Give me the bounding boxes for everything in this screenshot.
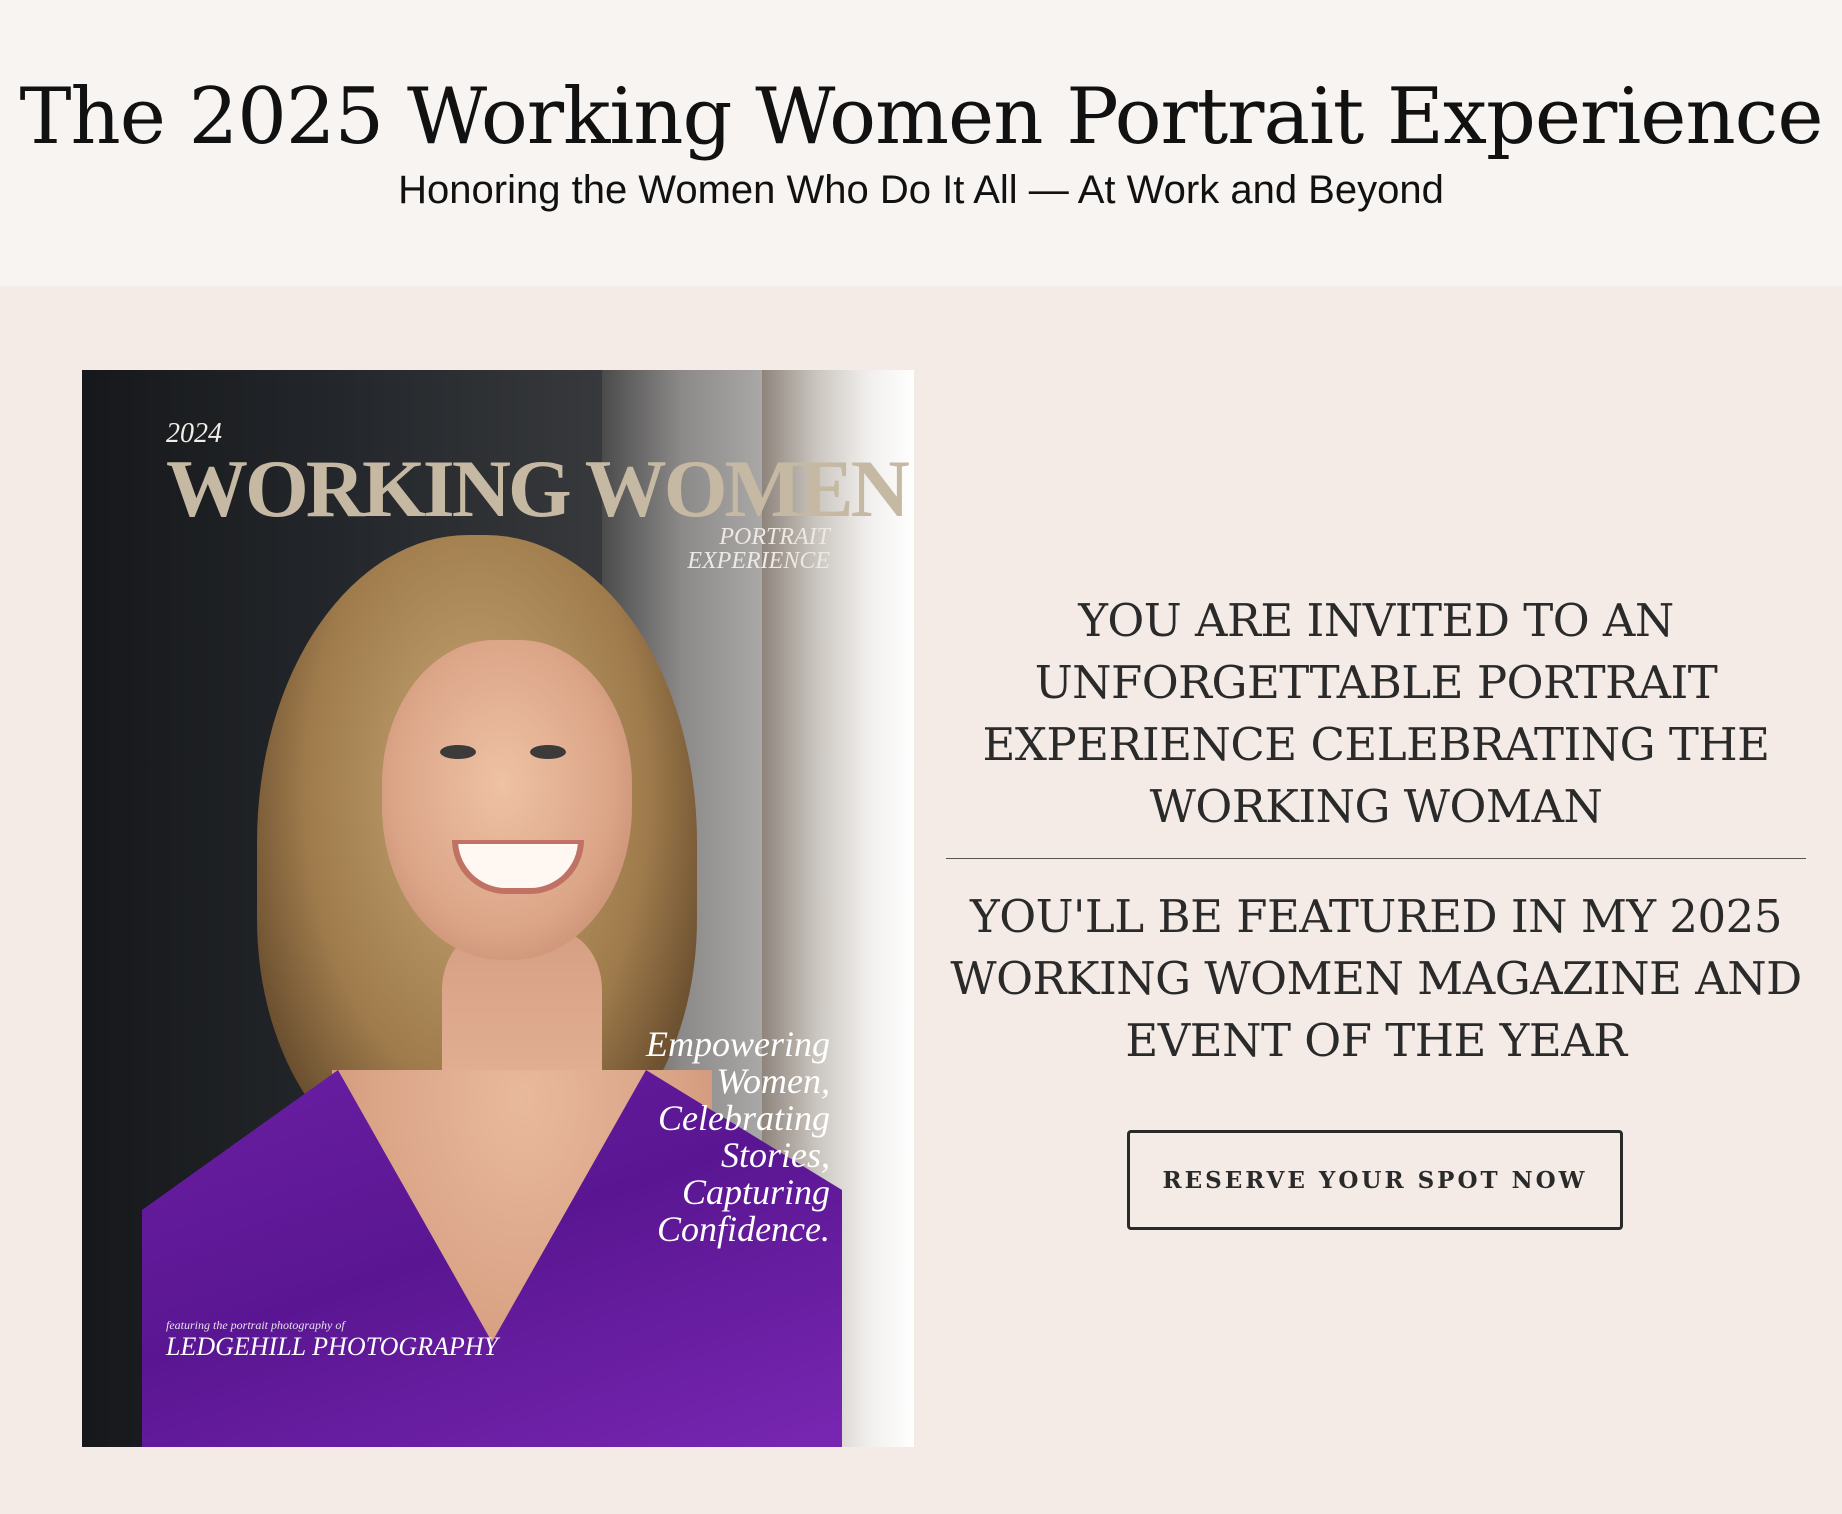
cover-tagline-line: Celebrating bbox=[658, 1098, 830, 1138]
cover-eye-left bbox=[440, 745, 476, 759]
cover-tagline-line: Empowering bbox=[646, 1024, 830, 1064]
cover-tagline-line: Capturing bbox=[681, 1172, 830, 1212]
cover-eye-right bbox=[530, 745, 566, 759]
cover-subtitle-line: EXPERIENCE bbox=[687, 548, 830, 574]
cover-tagline: Empowering Women, Celebrating Stories, C… bbox=[590, 1026, 830, 1248]
cover-photographer-name: LEDGEHILL PHOTOGRAPHY bbox=[166, 1332, 499, 1361]
feature-heading: YOU'LL BE FEATURED IN MY 2025 WORKING WO… bbox=[950, 890, 1802, 1067]
invite-heading: YOU ARE INVITED TO AN UNFORGETTABLE PORT… bbox=[982, 594, 1770, 833]
cover-subtitle-line: PORTRAIT bbox=[719, 524, 830, 550]
cover-featuring-text: featuring the portrait photography of bbox=[166, 1318, 345, 1332]
reserve-spot-button[interactable]: RESERVE YOUR SPOT NOW bbox=[1127, 1130, 1623, 1230]
page-subtitle: Honoring the Women Who Do It All — At Wo… bbox=[398, 168, 1444, 212]
cover-subtitle: PORTRAIT EXPERIENCE bbox=[687, 525, 830, 573]
section-divider bbox=[946, 858, 1806, 859]
cover-tagline-line: Confidence. bbox=[657, 1209, 830, 1249]
page-header: The 2025 Working Women Portrait Experien… bbox=[0, 0, 1842, 286]
cover-face bbox=[382, 640, 632, 960]
magazine-cover-image: 2024 WORKING WOMEN PORTRAIT EXPERIENCE E… bbox=[82, 370, 914, 1447]
cover-tagline-line: Stories, bbox=[720, 1135, 830, 1175]
cover-tagline-line: Women, bbox=[716, 1061, 830, 1101]
page-title: The 2025 Working Women Portrait Experien… bbox=[19, 72, 1823, 162]
cover-masthead: WORKING WOMEN bbox=[166, 443, 910, 534]
